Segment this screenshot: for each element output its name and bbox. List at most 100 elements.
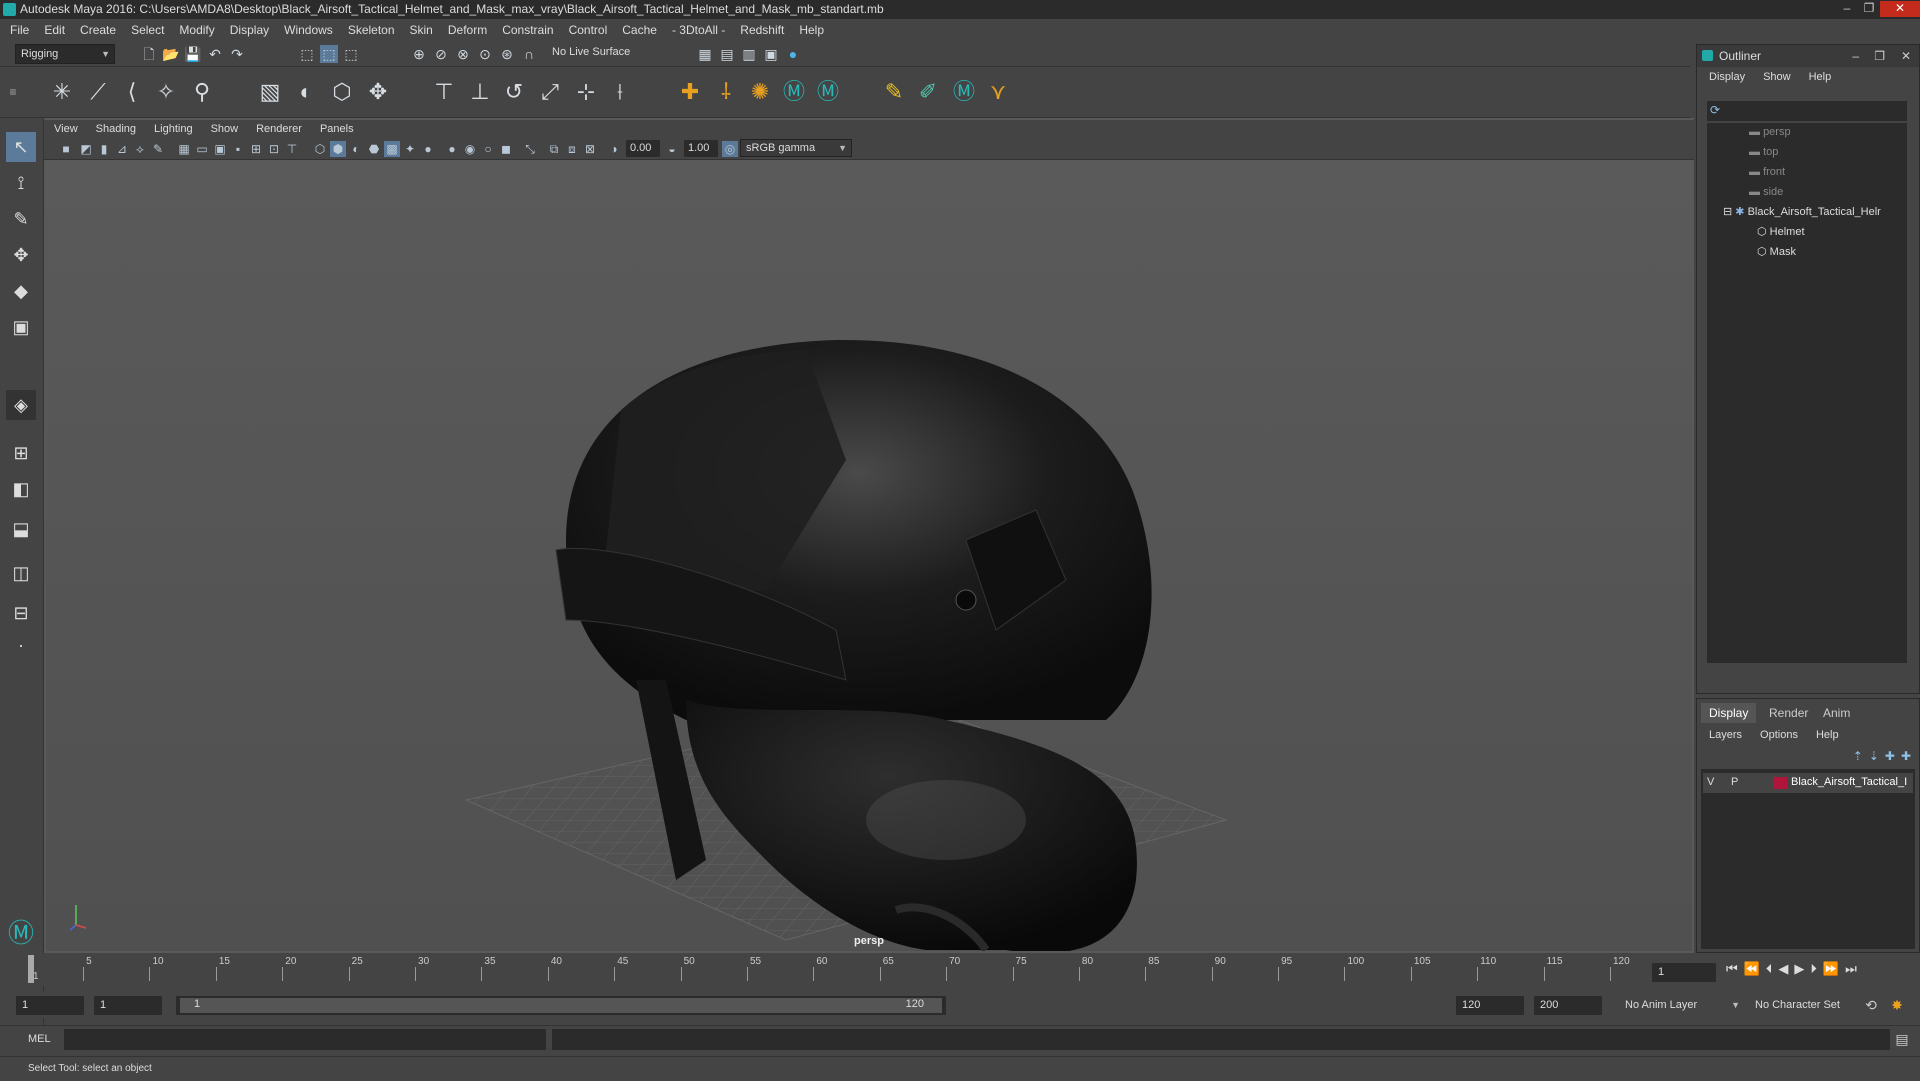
joint-tool-icon[interactable]: ✳ [48, 78, 76, 106]
cluster-icon[interactable]: ✥ [364, 78, 392, 106]
snap-grid-icon[interactable]: ⊕ [410, 45, 428, 63]
step-back-key-icon[interactable]: ⏪ [1744, 961, 1760, 977]
grease-pencil-icon[interactable]: ✎ [150, 141, 166, 157]
menu-display[interactable]: Display [230, 23, 269, 37]
rotate-tool-icon[interactable]: ◆ [6, 276, 36, 306]
shelf-options-icon[interactable]: ≡ [4, 78, 22, 106]
camera-attributes-icon[interactable]: ◩ [78, 141, 94, 157]
select-component-icon[interactable]: ⬚ [342, 45, 360, 63]
maximize-icon[interactable]: ❐ [1858, 1, 1880, 17]
xray-icon[interactable]: ⧉ [546, 141, 562, 157]
paint-select-icon[interactable]: ✎ [6, 204, 36, 234]
outliner-menu-show[interactable]: Show [1763, 71, 1791, 83]
maya-tool-b-icon[interactable]: Ⓜ [814, 78, 842, 106]
default-material-icon[interactable]: ◐ [348, 141, 364, 157]
side-by-side-layout-icon[interactable]: ◧ [6, 474, 36, 504]
scale-tool-icon[interactable]: ▣ [6, 312, 36, 342]
humanik-icon[interactable]: ⸸ [712, 78, 740, 106]
ipr-render-icon[interactable]: ▥ [740, 45, 758, 63]
timeline-ruler[interactable]: 1 5 10 15 20 25 30 35 40 45 50 55 60 65 70 75 80 85 90 95 10… [28, 953, 1648, 986]
menu-constrain[interactable]: Constrain [502, 23, 553, 37]
quick-rig-icon[interactable]: ✎ [880, 78, 908, 106]
scale-constraint-icon[interactable]: ⤢ [536, 78, 564, 106]
filter-icon[interactable]: ⟳ [1710, 103, 1720, 117]
move-layer-down-icon[interactable]: ⇣ [1869, 749, 1879, 763]
play-back-icon[interactable]: ◀ [1778, 961, 1788, 977]
layer-color-swatch[interactable] [1773, 777, 1787, 789]
orient-joint-icon[interactable]: ⚲ [188, 78, 216, 106]
xray-components-icon[interactable]: ⊠ [582, 141, 598, 157]
panel-menu-renderer[interactable]: Renderer [256, 123, 302, 135]
range-slider[interactable]: 1 120 [176, 996, 946, 1015]
minimize-icon[interactable]: – [1836, 1, 1858, 17]
bookmark-icon[interactable]: ▮ [96, 141, 112, 157]
menu-edit[interactable]: Edit [44, 23, 65, 37]
new-layer-selected-icon[interactable]: ✚ [1901, 749, 1911, 763]
layer-visibility-toggle[interactable]: V [1707, 776, 1714, 788]
render-view-icon[interactable]: ▦ [696, 45, 714, 63]
menu-skin[interactable]: Skin [410, 23, 433, 37]
view-transform-dropdown[interactable]: sRGB gamma ▼ [740, 139, 852, 157]
menu-redshift[interactable]: Redshift [740, 23, 784, 37]
range-slider-handle[interactable]: 1 120 [180, 998, 942, 1013]
safe-action-icon[interactable]: ⊡ [266, 141, 282, 157]
outliner-filter-field[interactable]: ⟳ [1707, 101, 1907, 121]
depth-of-field-icon[interactable]: ◼ [498, 141, 514, 157]
outliner-menu-display[interactable]: Display [1709, 71, 1745, 83]
panel-menu-panels[interactable]: Panels [320, 123, 354, 135]
current-frame-marker[interactable] [28, 955, 34, 983]
menu-windows[interactable]: Windows [284, 23, 333, 37]
menu-modify[interactable]: Modify [179, 23, 214, 37]
panel-menu-show[interactable]: Show [211, 123, 239, 135]
snap-view-icon[interactable]: ⊙ [476, 45, 494, 63]
smooth-shade-icon[interactable]: ⬢ [330, 141, 346, 157]
film-gate-icon[interactable]: ▭ [194, 141, 210, 157]
resolution-gate-icon[interactable]: ▣ [212, 141, 228, 157]
menu-cache[interactable]: Cache [622, 23, 657, 37]
outliner-item-helmet[interactable]: ⬡ Helmet [1757, 223, 1805, 241]
go-to-end-icon[interactable]: ⏭ [1845, 961, 1857, 977]
menu-file[interactable]: File [10, 23, 29, 37]
parent-constraint-icon[interactable]: ⊤ [430, 78, 458, 106]
persp-outliner-layout-icon[interactable]: ◫ [6, 558, 36, 588]
panel-menu-lighting[interactable]: Lighting [154, 123, 193, 135]
anim-layer-dropdown[interactable]: No Anim Layer ▼ [1620, 996, 1744, 1015]
playback-start-field[interactable]: 1 [94, 996, 162, 1015]
layer-name[interactable]: Black_Airsoft_Tactical_I [1791, 776, 1911, 788]
maya-tool-c-icon[interactable]: Ⓜ [950, 78, 978, 106]
step-forward-key-icon[interactable]: ⏩ [1823, 961, 1839, 977]
screen-space-ao-icon[interactable]: ● [444, 141, 460, 157]
pole-vector-icon[interactable]: ⟊ [606, 78, 634, 106]
layer-menu-help[interactable]: Help [1816, 729, 1839, 741]
layer-row[interactable]: V P Black_Airsoft_Tactical_I [1703, 773, 1913, 793]
gate-mask-icon[interactable]: ▪ [230, 141, 246, 157]
move-tool-icon[interactable]: ✥ [6, 240, 36, 270]
character-set-dropdown[interactable]: No Character Set [1750, 996, 1862, 1015]
snap-curve-icon[interactable]: ⊘ [432, 45, 450, 63]
perspective-viewport[interactable]: persp [46, 160, 1692, 951]
color-management-icon[interactable]: ◎ [722, 141, 738, 157]
close-icon[interactable]: ✕ [1880, 1, 1920, 17]
redo-icon[interactable]: ↷ [228, 45, 246, 63]
current-frame-field[interactable]: 1 [1652, 963, 1716, 982]
point-constraint-icon[interactable]: ⊥ [466, 78, 494, 106]
ik-spline-icon[interactable]: ⟨ [118, 78, 146, 106]
menu-select[interactable]: Select [131, 23, 164, 37]
move-layer-up-icon[interactable]: ⇡ [1853, 749, 1863, 763]
wireframe-icon[interactable]: ⬡ [312, 141, 328, 157]
step-forward-frame-icon[interactable]: ⏵ [1810, 961, 1817, 977]
save-scene-icon[interactable]: 💾 [184, 45, 202, 63]
ik-fk-switch-icon[interactable]: ⋎ [984, 78, 1012, 106]
select-hierarchy-icon[interactable]: ⬚ [298, 45, 316, 63]
orient-constraint-icon[interactable]: ↺ [500, 78, 528, 106]
aim-constraint-icon[interactable]: ⊹ [572, 78, 600, 106]
bind-skin-icon[interactable]: ▧ [256, 78, 284, 106]
persp-graph-layout-icon[interactable]: ⊟ [6, 598, 36, 628]
menu-create[interactable]: Create [80, 23, 116, 37]
four-view-layout-icon[interactable]: ⊞ [6, 438, 36, 468]
panel-menu-view[interactable]: View [54, 123, 78, 135]
playback-end-field[interactable]: 120 [1456, 996, 1524, 1015]
tab-anim[interactable]: Anim [1815, 703, 1858, 723]
layer-menu-layers[interactable]: Layers [1709, 729, 1742, 741]
layer-menu-options[interactable]: Options [1760, 729, 1798, 741]
